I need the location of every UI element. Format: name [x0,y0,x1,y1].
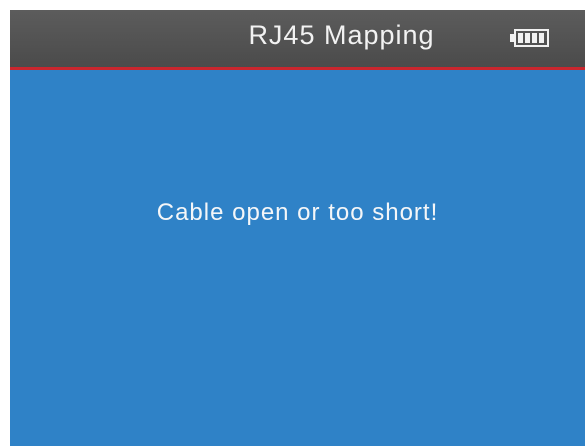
battery-bar [539,33,544,43]
title-bar: RJ45 Mapping [10,10,585,67]
battery-body [514,29,549,47]
battery-bar [525,33,530,43]
header-divider [10,67,585,70]
device-screen: RJ45 Mapping Cable open or too short! [10,10,585,446]
battery-icon [510,29,549,47]
battery-bar [518,33,523,43]
page-title: RJ45 Mapping [248,20,435,50]
status-message: Cable open or too short! [156,199,439,226]
battery-bar [532,33,537,43]
